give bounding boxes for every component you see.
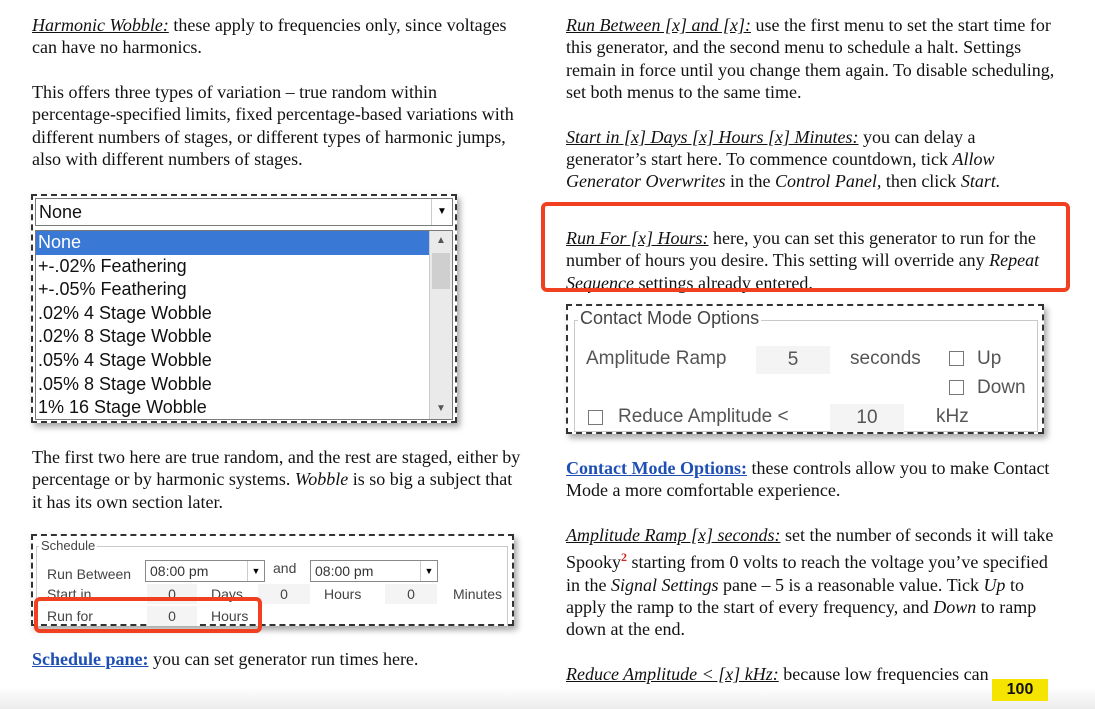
- select-value: 08:00 pm: [150, 563, 209, 579]
- wobble-dropdown-screenshot: None ▼ None +-.02% Feathering +-.05% Fea…: [31, 194, 457, 423]
- text: you can set generator run times here.: [148, 649, 419, 669]
- select-value: 08:00 pm: [315, 563, 374, 579]
- text: pane – 5 is a reasonable value. Tick: [718, 574, 984, 595]
- list-item[interactable]: .05% 4 Stage Wobble: [36, 349, 452, 373]
- reduce-amplitude-checkbox[interactable]: [588, 410, 603, 425]
- page-footer-shade: [0, 687, 1095, 709]
- text: in the: [725, 171, 775, 192]
- khz-label: kHz: [936, 406, 969, 427]
- schedule-pane-link[interactable]: Schedule pane:: [32, 649, 149, 669]
- paragraph-reduce-amplitude: Reduce Amplitude < [x] kHz: because low …: [566, 663, 1056, 685]
- up-checkbox[interactable]: [949, 351, 964, 366]
- term-reduce-amplitude: Reduce Amplitude < [x] kHz:: [566, 663, 779, 684]
- contact-mode-legend: Contact Mode Options: [578, 308, 762, 329]
- select-value: None: [39, 202, 83, 222]
- start-time-select[interactable]: 08:00 pm ▼: [145, 560, 265, 582]
- text: then click: [881, 171, 961, 192]
- right-column-lower: Contact Mode Options: these controls all…: [566, 457, 1056, 685]
- amplitude-ramp-field[interactable]: 5: [756, 346, 830, 374]
- contact-mode-screenshot: Contact Mode Options Amplitude Ramp 5 se…: [566, 304, 1044, 434]
- term-harmonic-wobble: Harmonic Wobble:: [32, 15, 169, 35]
- paragraph-contact-mode: Contact Mode Options: these controls all…: [566, 457, 1056, 502]
- and-label: and: [273, 560, 297, 576]
- wobble-options-list[interactable]: None +-.02% Feathering +-.05% Feathering…: [35, 230, 453, 420]
- seconds-label: seconds: [850, 348, 921, 369]
- left-column: Harmonic Wobble: these apply to frequenc…: [32, 14, 522, 170]
- chevron-down-icon[interactable]: ▼: [247, 561, 264, 581]
- minutes-label: Minutes: [453, 586, 503, 602]
- emphasis: Up: [983, 574, 1006, 595]
- contact-mode-link[interactable]: Contact Mode Options:: [566, 458, 747, 478]
- emphasis: Control Panel,: [774, 171, 882, 192]
- emphasis: Wobble: [294, 469, 349, 490]
- start-minutes-field[interactable]: 0: [385, 584, 437, 604]
- paragraph-amplitude-ramp: Amplitude Ramp [x] seconds: set the numb…: [566, 524, 1056, 641]
- paragraph-start-in: Start in [x] Days [x] Hours [x] Minutes:…: [566, 126, 1056, 193]
- list-item[interactable]: .02% 8 Stage Wobble: [36, 325, 452, 349]
- paragraph-random-staged: The first two here are true random, and …: [32, 446, 522, 513]
- list-item[interactable]: .02% 4 Stage Wobble: [36, 302, 452, 326]
- reduce-amplitude-field[interactable]: 10: [830, 404, 904, 432]
- wobble-select[interactable]: None ▼: [35, 198, 453, 226]
- start-hours-field[interactable]: 0: [258, 584, 310, 604]
- list-item[interactable]: +-.05% Feathering: [36, 278, 452, 302]
- run-between-label: Run Between: [47, 566, 132, 582]
- emphasis: Start.: [960, 171, 1001, 192]
- emphasis: Down: [933, 597, 977, 618]
- down-label: Down: [977, 377, 1026, 398]
- amplitude-ramp-label: Amplitude Ramp: [586, 348, 727, 369]
- chevron-down-icon[interactable]: ▼: [420, 561, 437, 581]
- list-item[interactable]: 1% 16 Stage Wobble: [36, 396, 452, 419]
- term-amplitude-ramp: Amplitude Ramp [x] seconds:: [566, 524, 781, 545]
- up-label: Up: [977, 348, 1002, 369]
- reduce-amplitude-label: Reduce Amplitude <: [618, 406, 789, 427]
- down-checkbox[interactable]: [949, 380, 964, 395]
- paragraph-variation-types: This offers three types of variation – t…: [32, 81, 514, 170]
- schedule-legend: Schedule: [39, 538, 98, 553]
- list-item[interactable]: .05% 8 Stage Wobble: [36, 373, 452, 397]
- term-start-in: Start in [x] Days [x] Hours [x] Minutes:: [566, 126, 859, 147]
- run-for-highlight: [34, 597, 262, 633]
- chevron-down-icon[interactable]: ▼: [430, 399, 452, 419]
- list-item[interactable]: None: [36, 231, 452, 255]
- list-item[interactable]: +-.02% Feathering: [36, 255, 452, 279]
- paragraph-harmonic-wobble: Harmonic Wobble: these apply to frequenc…: [32, 14, 522, 59]
- emphasis: Signal Settings: [611, 574, 719, 595]
- page-number: 100: [992, 679, 1048, 701]
- chevron-up-icon[interactable]: ▲: [430, 231, 452, 251]
- left-column-lower: The first two here are true random, and …: [32, 446, 522, 513]
- chevron-down-icon[interactable]: ▼: [431, 199, 452, 225]
- hours-label: Hours: [324, 586, 362, 602]
- left-column-footer: Schedule pane: you can set generator run…: [32, 648, 522, 670]
- scroll-thumb[interactable]: [432, 253, 450, 289]
- run-for-text-highlight: [541, 202, 1070, 292]
- term-run-between: Run Between [x] and [x]:: [566, 15, 751, 35]
- paragraph-schedule-pane: Schedule pane: you can set generator run…: [32, 648, 522, 670]
- scrollbar[interactable]: ▲ ▼: [429, 231, 452, 419]
- end-time-select[interactable]: 08:00 pm ▼: [310, 560, 438, 582]
- paragraph-run-between: Run Between [x] and [x]: use the first m…: [566, 14, 1056, 104]
- text: because low frequencies can: [778, 663, 989, 684]
